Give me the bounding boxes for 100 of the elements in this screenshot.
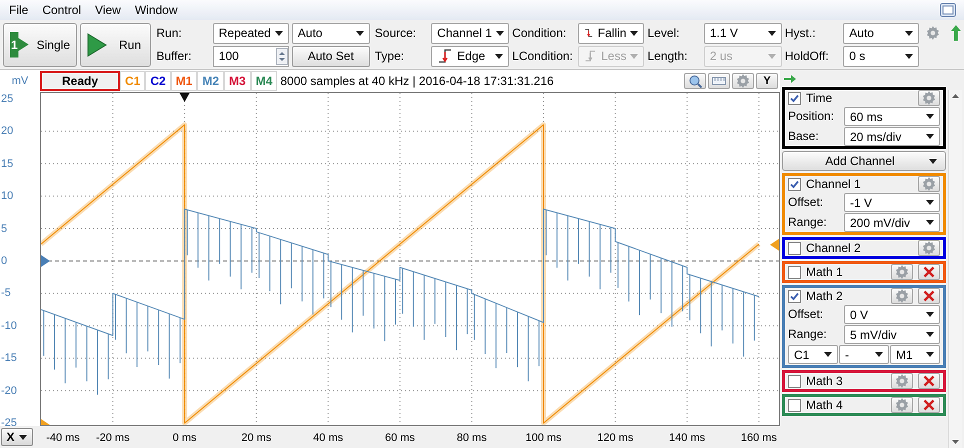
dropdown[interactable]: 60 ms bbox=[844, 107, 940, 126]
check-icon bbox=[790, 94, 799, 102]
caret-icon bbox=[926, 114, 934, 119]
x-tick-label: -20 ms bbox=[94, 431, 131, 446]
remove-button[interactable] bbox=[918, 264, 940, 280]
dropdown[interactable]: 5 mV/div bbox=[844, 325, 940, 344]
remove-button[interactable] bbox=[918, 288, 940, 304]
dropdown[interactable]: -1 V bbox=[844, 193, 940, 212]
dropdown[interactable]: 0 s bbox=[843, 46, 920, 66]
dropdown[interactable]: 0 V bbox=[844, 305, 940, 324]
field-label: Condition: bbox=[512, 24, 568, 42]
spinner-icon[interactable] bbox=[276, 48, 288, 64]
offset-marker-icon bbox=[41, 254, 50, 267]
panel-title: Math 3 bbox=[806, 373, 844, 389]
close-icon bbox=[923, 399, 935, 411]
checkbox[interactable] bbox=[788, 374, 801, 388]
caret-icon bbox=[768, 30, 776, 36]
dropdown[interactable]: Edge bbox=[431, 46, 510, 66]
settings-button[interactable] bbox=[891, 264, 913, 280]
dropdown[interactable]: - bbox=[839, 345, 889, 364]
trace-tab[interactable]: M4 bbox=[250, 71, 278, 91]
run-button[interactable]: Run bbox=[80, 22, 152, 66]
field-label: Length: bbox=[647, 48, 689, 64]
dropdown[interactable]: 20 ms/div bbox=[844, 127, 940, 146]
y-tick-label: -10 bbox=[1, 320, 17, 332]
dropdown[interactable]: 200 mV/div bbox=[844, 213, 940, 232]
field-label: Position: bbox=[788, 108, 836, 125]
panel-title: Math 1 bbox=[806, 264, 844, 280]
field-label: Buffer: bbox=[156, 48, 192, 64]
gear-icon bbox=[736, 74, 750, 88]
ruler-icon bbox=[712, 77, 726, 85]
x-axis-button[interactable]: X bbox=[1, 428, 33, 446]
auto-set-button[interactable]: Auto Set bbox=[292, 46, 370, 66]
x-tick-label: 0 ms bbox=[172, 431, 198, 446]
x-tick-label: 140 ms bbox=[668, 431, 706, 446]
restore-window-icon[interactable] bbox=[940, 3, 956, 17]
settings-button[interactable] bbox=[918, 176, 940, 192]
field-label: Level: bbox=[647, 24, 680, 42]
gear-icon bbox=[895, 289, 909, 303]
dropdown[interactable]: Fallin bbox=[578, 22, 644, 44]
scroll-down-icon[interactable] bbox=[952, 440, 959, 444]
field-label: Type: bbox=[374, 48, 406, 64]
settings-button[interactable] bbox=[891, 397, 913, 413]
caret-icon bbox=[926, 220, 934, 225]
checkbox[interactable] bbox=[788, 266, 801, 278]
y-tick-label: -20 bbox=[1, 384, 17, 397]
y-axis-button[interactable]: Y bbox=[756, 73, 778, 89]
dropdown[interactable]: Channel 1 bbox=[431, 22, 510, 44]
y-tick-label: 25 bbox=[1, 92, 14, 105]
settings-button[interactable] bbox=[918, 90, 940, 106]
trace-tab[interactable]: M2 bbox=[197, 71, 224, 91]
menu-item[interactable]: Window bbox=[128, 0, 185, 20]
right-arrow-icon[interactable] bbox=[784, 75, 796, 83]
close-icon bbox=[923, 375, 935, 387]
settings-button[interactable] bbox=[918, 240, 940, 256]
gear-icon bbox=[895, 374, 909, 388]
caret-icon bbox=[926, 352, 934, 357]
field-label: Offset: bbox=[788, 194, 824, 211]
single-button[interactable]: 1 Single bbox=[3, 22, 77, 66]
gear-icon bbox=[926, 26, 940, 40]
dropdown[interactable]: 1.1 V bbox=[704, 22, 782, 44]
checkbox[interactable] bbox=[788, 178, 801, 190]
up-arrow-icon[interactable] bbox=[951, 25, 961, 41]
add-channel-button[interactable]: Add Channel bbox=[782, 151, 946, 171]
dropdown[interactable]: M1 bbox=[890, 345, 940, 364]
checkbox[interactable] bbox=[788, 290, 801, 302]
checkbox[interactable] bbox=[788, 242, 801, 254]
scroll-up-icon[interactable] bbox=[952, 94, 959, 98]
y-tick-label: 15 bbox=[1, 158, 14, 170]
remove-button[interactable] bbox=[918, 373, 940, 389]
ruler-button[interactable] bbox=[708, 73, 730, 89]
menu-item[interactable]: File bbox=[2, 0, 36, 20]
y-tick-label: -25 bbox=[1, 417, 17, 430]
dropdown[interactable]: Repeated bbox=[212, 22, 289, 44]
remove-button[interactable] bbox=[918, 397, 940, 413]
play-icon bbox=[87, 32, 107, 56]
checkbox[interactable] bbox=[788, 398, 801, 412]
field-label: LCondition: bbox=[512, 48, 574, 64]
trace-tab[interactable]: M3 bbox=[224, 71, 251, 91]
trace-tab[interactable]: C2 bbox=[145, 71, 171, 91]
dropdown[interactable]: Auto bbox=[292, 22, 370, 44]
settings-button[interactable] bbox=[891, 288, 913, 304]
buffer-field[interactable]: 100 bbox=[212, 46, 289, 66]
x-tick-label: 160 ms bbox=[740, 431, 778, 446]
status-label: Ready bbox=[40, 71, 120, 91]
settings-button[interactable] bbox=[732, 73, 754, 89]
y-tick-label: 0 bbox=[1, 254, 8, 267]
menu-item[interactable]: Control bbox=[35, 0, 88, 20]
dropdown[interactable]: Auto bbox=[843, 22, 920, 44]
gear-icon bbox=[895, 265, 909, 279]
settings-button[interactable] bbox=[891, 373, 913, 389]
x-tick-label: 60 ms bbox=[384, 431, 416, 446]
menu-item[interactable]: View bbox=[88, 0, 128, 20]
caret-icon bbox=[926, 134, 934, 139]
dropdown[interactable]: C1 bbox=[788, 345, 838, 364]
field-label: Range: bbox=[788, 214, 828, 231]
zoom-button[interactable] bbox=[684, 73, 706, 89]
scrollbar[interactable] bbox=[948, 90, 962, 448]
caret-icon bbox=[768, 54, 776, 58]
checkbox[interactable] bbox=[788, 92, 801, 104]
